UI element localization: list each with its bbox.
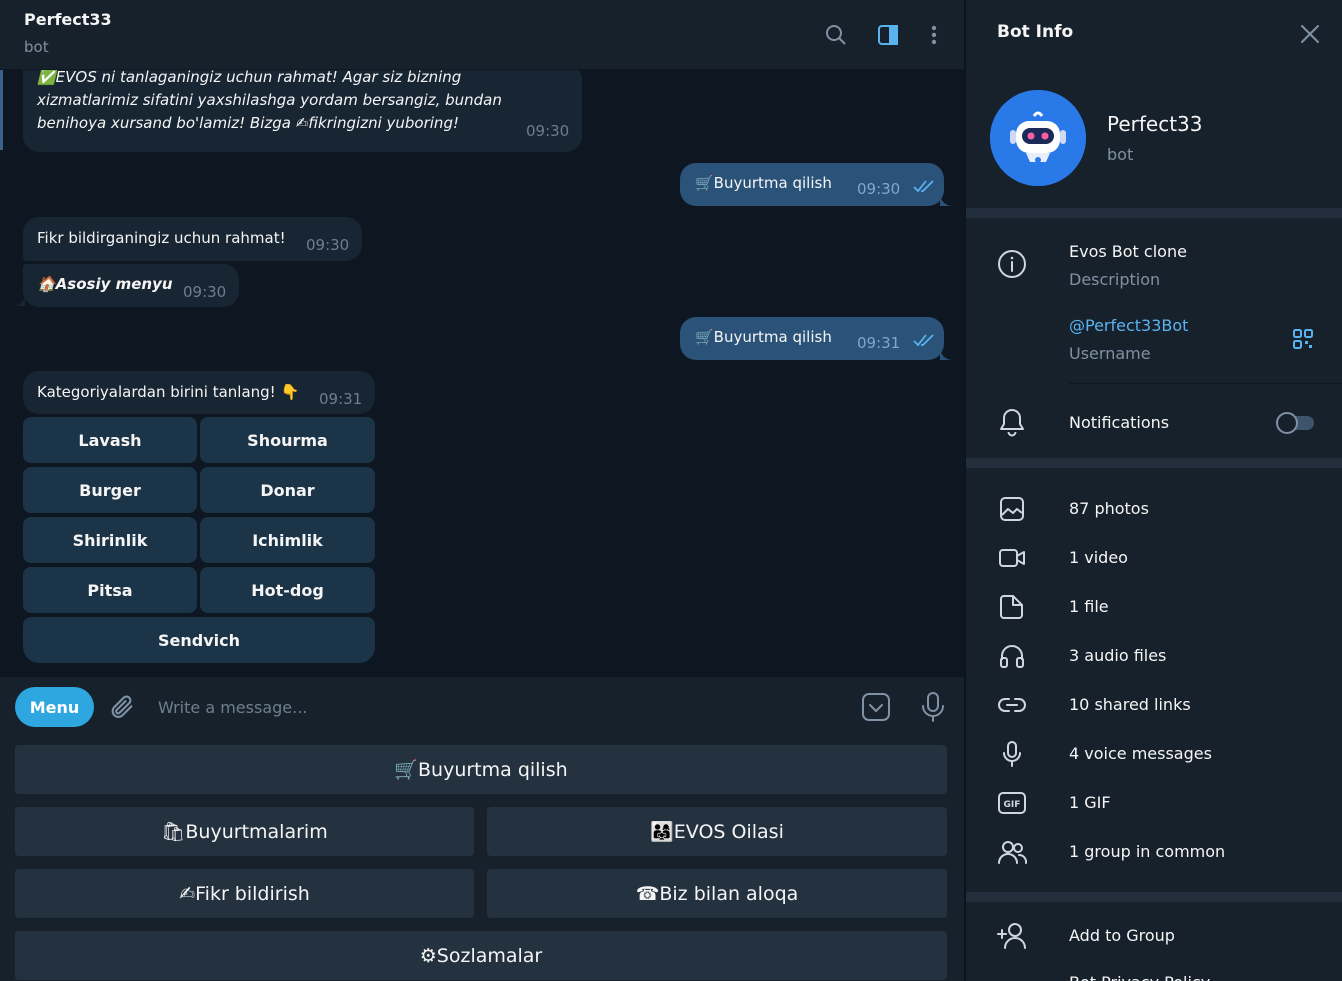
message-text: Kategoriyalardan birini tanlang! 👇 xyxy=(37,383,300,401)
inline-button-sendvich[interactable]: Sendvich xyxy=(23,617,375,663)
add-to-group[interactable]: Add to Group xyxy=(1069,926,1175,945)
groups-in-common[interactable]: 1 group in common xyxy=(1069,842,1225,861)
media-photos[interactable]: 87 photos xyxy=(1069,499,1149,518)
inline-button-pitsa[interactable]: Pitsa xyxy=(23,567,197,613)
message-input[interactable] xyxy=(158,691,838,723)
message-time: 09:31 xyxy=(319,390,363,408)
composer: Menu 🛒Buyurtma qilish 🛍Buyurtmalarim 👨‍👩… xyxy=(0,677,964,981)
bot-name: Perfect33 xyxy=(1107,112,1203,136)
reply-button-order[interactable]: 🛒Buyurtma qilish xyxy=(15,745,947,794)
message-time: 09:30 xyxy=(306,236,350,254)
bubble-tail xyxy=(940,349,952,361)
message-text: 🛒Buyurtma qilish xyxy=(695,174,832,192)
bot-privacy-policy[interactable]: Bot Privacy Policy xyxy=(1069,973,1210,981)
media-gif[interactable]: 1 GIF xyxy=(1069,793,1111,812)
bell-icon xyxy=(996,406,1028,438)
inline-button-donar[interactable]: Donar xyxy=(200,467,375,513)
username-label: Username xyxy=(1069,344,1151,363)
close-icon[interactable] xyxy=(1299,23,1321,45)
divider xyxy=(1069,383,1342,384)
divider xyxy=(966,892,1342,902)
notifications-toggle[interactable] xyxy=(1276,412,1316,434)
reply-button-feedback[interactable]: ✍Fikr bildirish xyxy=(15,869,474,918)
notifications-label: Notifications xyxy=(1069,413,1170,432)
search-icon[interactable] xyxy=(821,20,851,50)
chat-title[interactable]: Perfect33 xyxy=(24,10,112,29)
message-outgoing[interactable]: 🛒Buyurtma qilish 09:31 xyxy=(680,317,944,360)
reply-button-contact[interactable]: ☎Biz bilan aloqa xyxy=(487,869,947,918)
file-icon xyxy=(996,591,1028,623)
message-list[interactable]: ✅EVOS ni tanlaganingiz uchun rahmat! Aga… xyxy=(0,70,964,677)
link-icon xyxy=(996,689,1028,721)
inline-button-lavash[interactable]: Lavash xyxy=(23,417,197,463)
message-text-line: benihoya xursand bo'lamiz! Bizga ✍fikrin… xyxy=(37,114,459,132)
media-voice[interactable]: 4 voice messages xyxy=(1069,744,1212,763)
message-time: 09:30 xyxy=(857,180,901,198)
media-audio[interactable]: 3 audio files xyxy=(1069,646,1166,665)
message-outgoing[interactable]: 🛒Buyurtma qilish 09:30 xyxy=(680,163,944,206)
message-incoming[interactable]: Kategoriyalardan birini tanlang! 👇 09:31 xyxy=(23,371,375,414)
description-label: Description xyxy=(1069,270,1161,289)
message-text-line: ✅EVOS ni tanlaganingiz uchun rahmat! Aga… xyxy=(37,70,462,86)
description-value: Evos Bot clone xyxy=(1069,242,1187,261)
message-time: 09:30 xyxy=(183,283,227,301)
message-incoming[interactable]: ✅EVOS ni tanlaganingiz uchun rahmat! Aga… xyxy=(23,70,582,152)
keyboard-toggle-icon[interactable] xyxy=(861,692,891,722)
inline-button-shirinlik[interactable]: Shirinlik xyxy=(23,517,197,563)
chat-subtitle: bot xyxy=(24,38,49,56)
more-vertical-icon[interactable] xyxy=(919,20,949,50)
inline-button-shourma[interactable]: Shourma xyxy=(200,417,375,463)
message-time: 09:31 xyxy=(857,334,901,352)
sidebar-toggle-icon[interactable] xyxy=(873,20,903,50)
add-user-icon xyxy=(996,920,1028,952)
media-video[interactable]: 1 video xyxy=(1069,548,1128,567)
bot-status: bot xyxy=(1107,145,1134,164)
message-time: 09:30 xyxy=(526,122,570,140)
bot-avatar[interactable] xyxy=(990,90,1086,186)
inline-button-ichimlik[interactable]: Ichimlik xyxy=(200,517,375,563)
divider xyxy=(966,208,1342,218)
telegram-window: Perfect33 bot ✅EVOS ni tanlaganingiz uch… xyxy=(0,0,1342,981)
group-icon xyxy=(996,836,1028,868)
double-check-icon xyxy=(913,333,935,347)
reply-button-evos-family[interactable]: 👨‍👩‍👧EVOS Oilasi xyxy=(487,807,947,856)
scroll-indicator xyxy=(0,70,3,150)
inline-button-burger[interactable]: Burger xyxy=(23,467,197,513)
message-incoming[interactable]: Fikr bildirganingiz uchun rahmat! 09:30 xyxy=(23,217,362,261)
username-value[interactable]: @Perfect33Bot xyxy=(1069,316,1188,335)
paperclip-icon[interactable] xyxy=(108,693,136,721)
info-icon xyxy=(996,248,1028,280)
reply-button-my-orders[interactable]: 🛍Buyurtmalarim xyxy=(15,807,474,856)
qr-code-icon[interactable] xyxy=(1292,328,1314,350)
chat-pane: Perfect33 bot ✅EVOS ni tanlaganingiz uch… xyxy=(0,0,964,981)
message-text-line: xizmatlarimiz sifatini yaxshilashga yord… xyxy=(37,91,502,109)
bubble-tail xyxy=(13,295,25,307)
panel-title: Bot Info xyxy=(997,22,1074,42)
message-incoming[interactable]: 🏠Asosiy menyu 09:30 xyxy=(23,264,239,307)
microphone-icon[interactable] xyxy=(919,691,947,723)
inline-button-hot-dog[interactable]: Hot-dog xyxy=(200,567,375,613)
headphones-icon xyxy=(996,640,1028,672)
media-links[interactable]: 10 shared links xyxy=(1069,695,1191,714)
gif-icon: GIF xyxy=(996,787,1028,819)
message-text: 🏠Asosiy menyu xyxy=(37,275,173,293)
menu-button[interactable]: Menu xyxy=(15,687,94,727)
message-text: Fikr bildirganingiz uchun rahmat! xyxy=(37,229,286,247)
svg-text:GIF: GIF xyxy=(1004,800,1021,810)
bot-info-panel: Bot Info Perfect33 bot Evos Bot clone De… xyxy=(965,0,1342,981)
divider xyxy=(966,458,1342,468)
photo-icon xyxy=(996,493,1028,525)
double-check-icon xyxy=(913,179,935,193)
bubble-tail xyxy=(940,195,952,207)
message-text: 🛒Buyurtma qilish xyxy=(695,328,832,346)
chat-header: Perfect33 bot xyxy=(0,0,964,70)
media-files[interactable]: 1 file xyxy=(1069,597,1109,616)
reply-button-settings[interactable]: ⚙Sozlamalar xyxy=(15,931,947,980)
voice-icon xyxy=(996,738,1028,770)
video-icon xyxy=(996,542,1028,574)
